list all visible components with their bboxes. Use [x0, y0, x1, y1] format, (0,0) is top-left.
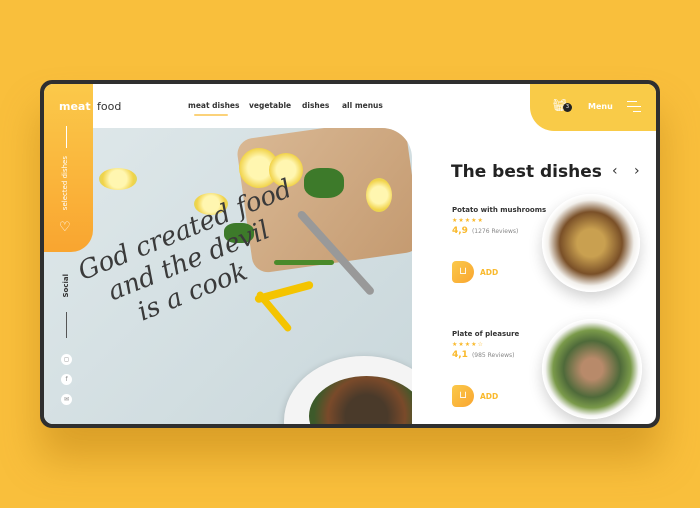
- star-rating: ★★★★★: [452, 217, 484, 224]
- basket-icon: ⊔: [459, 266, 467, 277]
- dish-image-salad[interactable]: [542, 319, 642, 419]
- nav-active-indicator: [194, 114, 228, 116]
- divider: [66, 126, 67, 148]
- dish-card: Potato with mushrooms ★★★★★ 4,9 (1276 Rev…: [452, 206, 546, 236]
- review-count: (1276 Reviews): [471, 228, 519, 235]
- section-title: The best dishes: [451, 162, 602, 182]
- divider: [66, 312, 67, 338]
- cart-badge: 3: [563, 103, 572, 112]
- dish-image-potato[interactable]: [542, 194, 640, 292]
- add-label[interactable]: ADD: [480, 392, 498, 401]
- next-arrow-icon[interactable]: ›: [634, 163, 640, 179]
- dish-card: Plate of pleasure ★★★★☆ 4,1 (985 Reviews): [452, 330, 519, 360]
- herbs: [304, 168, 344, 198]
- hamburger-icon[interactable]: [627, 101, 641, 112]
- basket-icon: ⊔: [459, 390, 467, 401]
- selected-dishes-label[interactable]: selected dishes: [61, 156, 69, 210]
- lemon-slice: [366, 178, 392, 212]
- logo-food[interactable]: food: [97, 100, 121, 113]
- nav-meat-dishes[interactable]: meat dishes: [188, 101, 239, 110]
- social-label: Social: [62, 274, 70, 298]
- lemon-slice: [99, 168, 137, 190]
- facebook-icon[interactable]: f: [61, 374, 72, 385]
- dish-name[interactable]: Plate of pleasure: [452, 330, 519, 338]
- prev-arrow-icon[interactable]: ‹: [612, 163, 618, 179]
- dish-name[interactable]: Potato with mushrooms: [452, 206, 546, 214]
- rating-value: 4,9: [452, 226, 468, 236]
- device-frame: God created food and the devil is a cook…: [40, 80, 660, 428]
- add-to-cart-button[interactable]: ⊔: [452, 261, 474, 283]
- add-to-cart-button[interactable]: ⊔: [452, 385, 474, 407]
- header-actions: 🧺︎ 3 Menu: [530, 84, 656, 131]
- star-rating: ★★★★☆: [452, 341, 484, 348]
- menu-button[interactable]: Menu: [588, 102, 613, 111]
- mail-icon[interactable]: ✉: [61, 394, 72, 405]
- heart-icon[interactable]: ♡: [59, 220, 71, 235]
- nav-all-menus[interactable]: all menus: [342, 101, 383, 110]
- instagram-icon[interactable]: ◻: [61, 354, 72, 365]
- nav-vegetable[interactable]: vegetable: [249, 101, 291, 110]
- add-label[interactable]: ADD: [480, 268, 498, 277]
- nav-dishes[interactable]: dishes: [302, 101, 329, 110]
- screen: God created food and the devil is a cook…: [44, 84, 656, 424]
- logo-meat[interactable]: meat: [59, 100, 91, 113]
- review-count: (985 Reviews): [471, 352, 515, 359]
- rating-value: 4,1: [452, 350, 468, 360]
